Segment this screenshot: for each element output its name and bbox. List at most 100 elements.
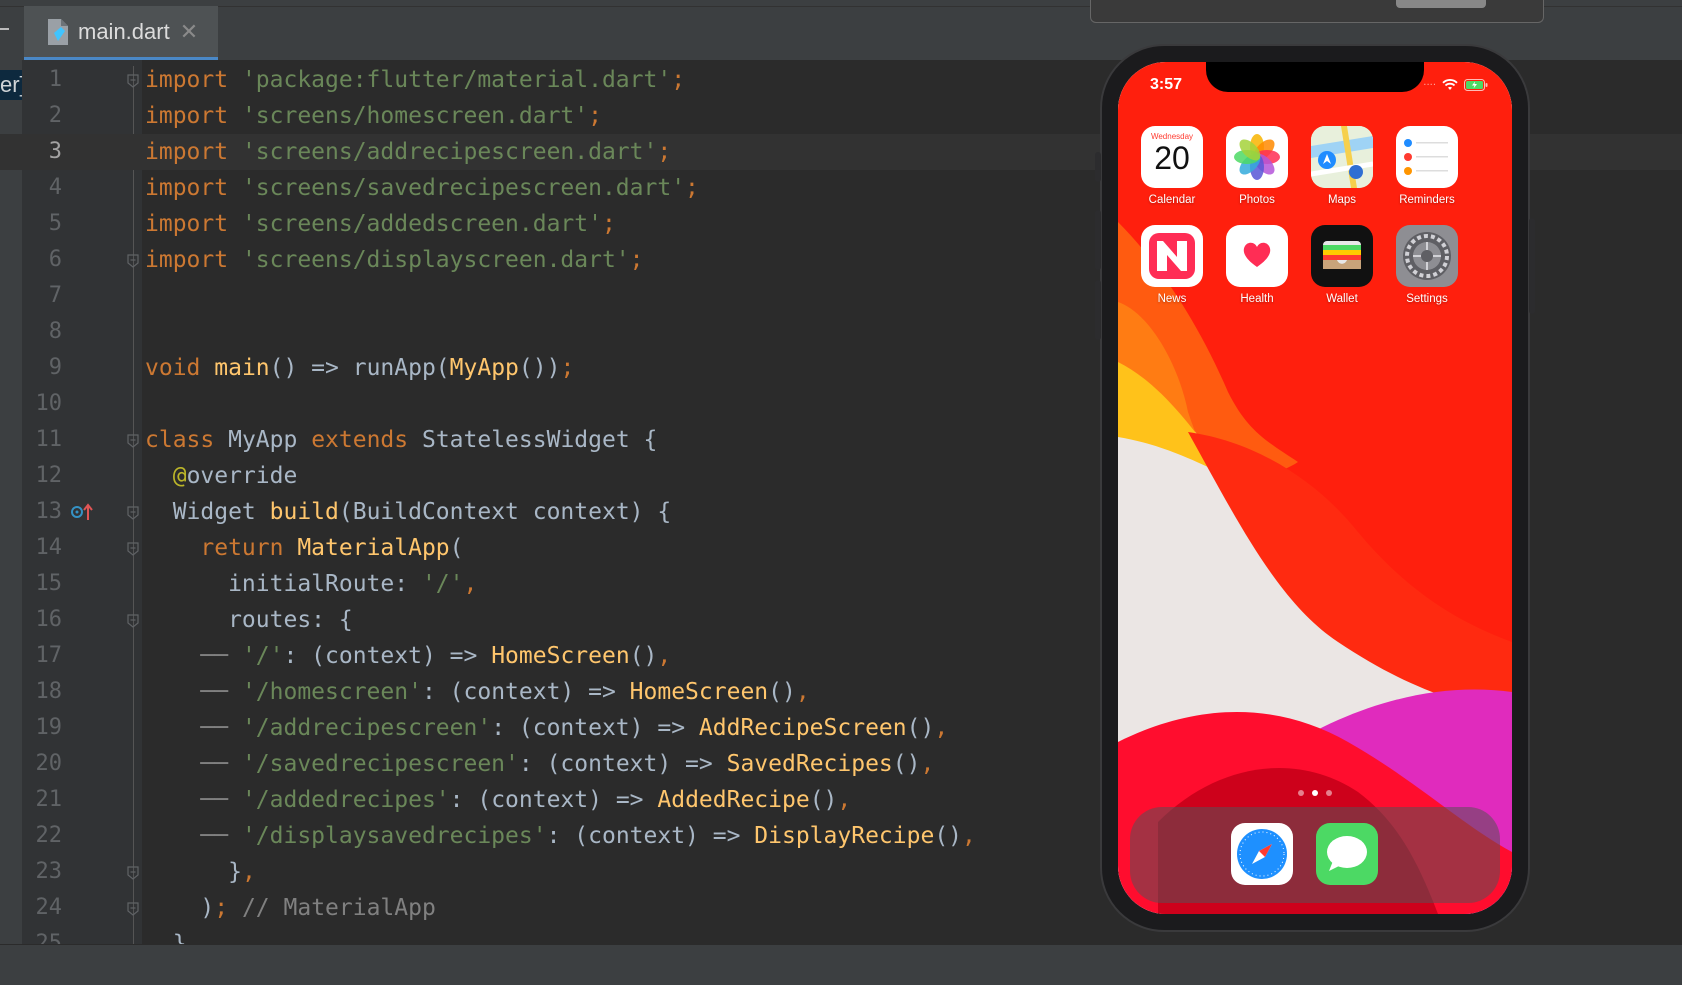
fold-marker-icon[interactable]	[127, 73, 139, 88]
app-photos[interactable]: Photos	[1212, 126, 1302, 206]
fold-marker-icon[interactable]	[127, 433, 139, 448]
code-text: import 'screens/savedrecipescreen.dart';	[145, 170, 699, 206]
dart-file-icon	[46, 17, 70, 47]
app-label: Photos	[1239, 194, 1275, 206]
code-token: (BuildContext context) {	[338, 499, 672, 525]
app-wallet[interactable]: Wallet	[1297, 225, 1387, 305]
page-dot-current	[1312, 790, 1318, 796]
code-token: Widget	[145, 499, 270, 525]
app-news[interactable]: News	[1127, 225, 1217, 305]
tab-main-dart[interactable]: main.dart ✕	[24, 6, 218, 60]
line-number: 6	[48, 247, 62, 272]
tab-label: main.dart	[78, 18, 170, 44]
signal-icon: ····	[1423, 80, 1436, 91]
app-settings[interactable]: Settings	[1382, 225, 1472, 305]
code-text: void main() => runApp(MyApp());	[145, 350, 574, 386]
page-dot	[1326, 790, 1332, 796]
code-text: @override	[145, 458, 298, 494]
fold-marker-icon[interactable]	[127, 613, 139, 628]
app-label: Health	[1240, 293, 1274, 305]
line-number: 19	[35, 715, 63, 740]
code-token: HomeScreen	[491, 643, 630, 669]
code-token: MyApp	[228, 427, 312, 453]
line-number: 23	[35, 859, 63, 884]
line-number: 2	[48, 103, 62, 128]
code-token: import	[145, 247, 242, 273]
fold-marker-icon[interactable]	[127, 901, 139, 916]
code-token: SavedRecipes	[726, 751, 893, 777]
wallet-icon	[1311, 225, 1373, 287]
code-token: import	[145, 211, 242, 237]
line-number: 4	[48, 175, 62, 200]
code-token: ──	[145, 823, 242, 849]
line-number: 8	[48, 319, 62, 344]
code-token: 'screens/homescreen.dart'	[241, 103, 589, 129]
line-number: 15	[35, 571, 63, 596]
line-number: 22	[35, 823, 63, 848]
code-token: 'screens/displayscreen.dart'	[241, 247, 630, 273]
status-bar	[0, 944, 1682, 985]
code-token: ,	[657, 643, 672, 669]
settings-icon	[1396, 225, 1458, 287]
news-icon	[1141, 225, 1203, 287]
page-indicator[interactable]	[1118, 790, 1512, 796]
line-number: 17	[35, 643, 63, 668]
collapse-icon[interactable]	[0, 28, 9, 30]
fold-marker-icon[interactable]	[127, 253, 139, 268]
code-token: ()	[892, 751, 921, 777]
app-reminders[interactable]: Reminders	[1382, 126, 1472, 206]
code-token: '/addrecipescreen'	[241, 715, 492, 741]
phone-screen[interactable]: 3:57 ···· Wednesday 20 Calendar Photos M…	[1118, 62, 1512, 914]
code-token: HomeScreen	[629, 679, 769, 705]
code-token: : (context) =>	[449, 787, 658, 813]
code-token: build	[269, 499, 339, 525]
line-number: 20	[35, 751, 63, 776]
line-number: 10	[35, 391, 63, 416]
line-number: 18	[35, 679, 63, 704]
app-label: Maps	[1327, 194, 1357, 206]
code-token: '/addedrecipes'	[241, 787, 450, 813]
notch	[1206, 62, 1424, 92]
code-token: : (context) =>	[421, 679, 630, 705]
code-token: AddedRecipe	[657, 787, 810, 813]
code-token: : (context) =>	[491, 715, 699, 741]
code-token: : (context) =>	[546, 823, 755, 849]
code-token: ;	[214, 895, 242, 921]
code-token: ;	[629, 247, 644, 273]
code-token: (	[449, 535, 464, 561]
close-icon[interactable]: ✕	[180, 19, 198, 45]
messages-icon[interactable]	[1316, 823, 1378, 885]
code-token: ──	[145, 715, 242, 741]
code-text: return MaterialApp(	[145, 530, 464, 566]
code-token: ,	[241, 859, 256, 885]
status-time: 3:57	[1150, 76, 1183, 93]
code-token: @	[172, 463, 187, 489]
status-icons: ····	[1423, 76, 1488, 95]
side-button	[1529, 218, 1535, 314]
code-token: : (context) =>	[518, 751, 727, 777]
safari-icon[interactable]	[1231, 823, 1293, 885]
code-token: )	[145, 895, 215, 921]
code-token: ──	[145, 751, 242, 777]
battery-icon	[1464, 76, 1488, 95]
code-text: ── '/addedrecipes': (context) => AddedRe…	[145, 782, 851, 818]
fold-marker-icon[interactable]	[127, 505, 139, 520]
override-marker-icon[interactable]	[70, 502, 96, 526]
code-token: // MaterialApp	[241, 895, 436, 921]
code-text: ── '/savedrecipescreen': (context) => Sa…	[145, 746, 934, 782]
line-number: 9	[48, 355, 62, 380]
code-token: ()	[934, 823, 963, 849]
app-maps[interactable]: Maps	[1297, 126, 1387, 206]
code-text: ── '/displaysavedrecipes': (context) => …	[145, 818, 976, 854]
code-token: '/savedrecipescreen'	[241, 751, 519, 777]
app-health[interactable]: Health	[1212, 225, 1302, 305]
app-label: Settings	[1406, 293, 1448, 305]
code-token: return	[200, 535, 298, 561]
fold-marker-icon[interactable]	[127, 865, 139, 880]
dock	[1130, 807, 1500, 903]
code-token: StatelessWidget {	[421, 427, 658, 453]
fold-marker-icon[interactable]	[127, 541, 139, 556]
photos-icon	[1226, 126, 1288, 188]
app-calendar[interactable]: Wednesday 20 Calendar	[1127, 126, 1217, 206]
